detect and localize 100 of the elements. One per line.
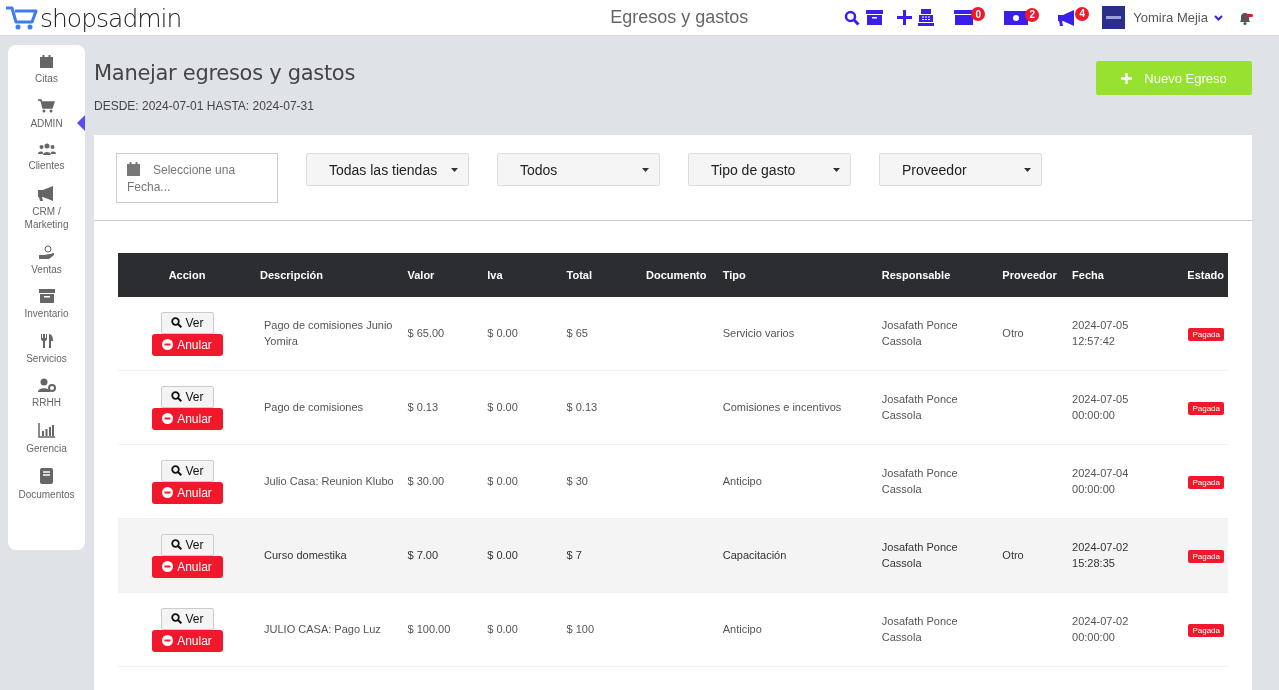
table-cell: Julio Casa: Reunion Klubo bbox=[264, 474, 394, 487]
void-button[interactable]: Anular bbox=[151, 481, 223, 504]
search-icon bbox=[170, 317, 182, 328]
table-row[interactable]: Ver Anular Curso domestika $ 7.00 $ 0.00 $ 7 Capacitación Josafath Ponce Cassola Otro 2024-07-02 15:28:35 Pagada bbox=[118, 518, 1228, 593]
date-range-text: DESDE: 2024-07-01 HASTA: 2024-07-31 bbox=[94, 99, 315, 113]
search-icon bbox=[170, 465, 182, 476]
hand-coin-icon bbox=[38, 244, 55, 259]
archive-icon[interactable] bbox=[866, 10, 884, 25]
table-cell: Otro bbox=[1002, 548, 1024, 561]
table-cell: JULIO CASA: Pago Luz bbox=[264, 622, 381, 635]
column-header: Total bbox=[562, 253, 642, 297]
status-badge: Pagada bbox=[1188, 475, 1224, 489]
table-cell: Servicio varios bbox=[722, 326, 795, 339]
plus-icon bbox=[1121, 72, 1133, 84]
table-cell: 2024-07-02 00:00:00 bbox=[1072, 614, 1129, 643]
users-icon bbox=[37, 143, 56, 155]
table-row[interactable]: Ver Anular Pago de comisiones $ 0.13 $ 0.00 $ 0.13 Comisiones e incentivos Josafath Ponce Cassola 2024-07-05 00:00:00 Pagada bbox=[118, 370, 1228, 445]
table-cell: $ 30.00 bbox=[407, 474, 445, 487]
table-cell: $ 0.00 bbox=[487, 622, 518, 635]
table-cell: Capacitación bbox=[722, 548, 787, 561]
table-cell: Josafath Ponce Cassola bbox=[881, 614, 958, 643]
view-button[interactable]: Ver bbox=[160, 459, 214, 482]
sidebar-item[interactable]: Ventas bbox=[8, 244, 85, 276]
void-button[interactable]: Anular bbox=[151, 629, 223, 652]
dropdown[interactable]: Proveedor bbox=[879, 153, 1042, 186]
cash-register-icon[interactable] bbox=[918, 9, 935, 26]
bell-icon[interactable] bbox=[1237, 10, 1253, 25]
calendar-icon bbox=[40, 55, 53, 68]
minus-circle-icon bbox=[162, 413, 174, 424]
store-logo-icon[interactable] bbox=[1102, 6, 1126, 29]
view-button[interactable]: Ver bbox=[160, 533, 214, 556]
status-badge: Pagada bbox=[1188, 401, 1224, 415]
sidebar-item[interactable]: ADMIN bbox=[8, 98, 85, 130]
megaphone-icon bbox=[37, 185, 56, 201]
table-cell: $ 0.00 bbox=[487, 474, 518, 487]
search-icon[interactable] bbox=[844, 9, 861, 26]
sidebar-item[interactable]: Citas bbox=[8, 55, 85, 86]
minus-circle-icon bbox=[162, 487, 174, 498]
cart-icon bbox=[38, 98, 55, 113]
caret-icon bbox=[451, 167, 458, 172]
caret-icon bbox=[1024, 167, 1031, 172]
count-badge: 4 bbox=[1075, 6, 1090, 21]
sidebar-item[interactable]: Documentos bbox=[8, 468, 85, 502]
table-cell: $ 0.00 bbox=[487, 400, 518, 413]
add-icon[interactable] bbox=[897, 10, 913, 25]
archive-icon bbox=[38, 289, 55, 303]
void-button[interactable]: Anular bbox=[151, 333, 223, 356]
void-button[interactable]: Anular bbox=[151, 407, 223, 430]
table-row[interactable]: Ver Anular Pago de comisiones Junio Yomira $ 65.00 $ 0.00 $ 65 Servicio varios Josafath Ponce Cassola Otro 2024-07-05 12:57:42 Pagada bbox=[118, 297, 1228, 371]
column-header: Proveedor bbox=[998, 253, 1069, 297]
view-button[interactable]: Ver bbox=[160, 385, 214, 408]
column-header: Iva bbox=[483, 253, 563, 297]
cart-logo-icon bbox=[4, 4, 40, 31]
column-header: Tipo bbox=[718, 253, 878, 297]
minus-circle-icon bbox=[162, 561, 174, 572]
sidebar-item[interactable]: Inventario bbox=[8, 289, 85, 321]
chevron-down-icon[interactable] bbox=[1214, 14, 1223, 21]
table-row[interactable]: Ver Anular Julio Casa: Reunion Klubo $ 30.00 $ 0.00 $ 30 Anticipo Josafath Ponce Cassola 2024-07-04 00:00:00 Pagada bbox=[118, 444, 1228, 519]
column-header: Responsable bbox=[877, 253, 999, 297]
dropdown[interactable]: Todas las tiendas bbox=[306, 153, 469, 186]
sidebar-item[interactable]: Clientes bbox=[8, 143, 85, 173]
table-cell: Anticipo bbox=[722, 474, 762, 487]
table-cell: Anticipo bbox=[722, 622, 762, 635]
view-button[interactable]: Ver bbox=[160, 311, 214, 334]
void-button[interactable]: Anular bbox=[151, 555, 223, 578]
search-icon bbox=[170, 539, 182, 550]
table-cell: Josafath Ponce Cassola bbox=[881, 466, 958, 495]
table-cell: 2024-07-02 15:28:35 bbox=[1072, 540, 1129, 569]
user-menu[interactable]: Yomira Mejia bbox=[1133, 10, 1208, 25]
table-cell: $ 7.00 bbox=[407, 548, 439, 561]
table-cell: $ 7 bbox=[566, 548, 582, 561]
dropdown[interactable]: Todos bbox=[497, 153, 660, 186]
status-badge: Pagada bbox=[1188, 623, 1224, 637]
table-cell: 2024-07-04 00:00:00 bbox=[1072, 466, 1129, 495]
status-badge: Pagada bbox=[1188, 549, 1224, 563]
table-cell: Josafath Ponce Cassola bbox=[881, 318, 958, 347]
column-header: Estado bbox=[1170, 253, 1228, 297]
search-icon bbox=[170, 391, 182, 402]
caret-icon bbox=[833, 167, 840, 172]
user-gear-icon bbox=[37, 378, 56, 392]
column-header: Descripción bbox=[256, 253, 404, 297]
sidebar-item[interactable]: Servicios bbox=[8, 333, 85, 365]
dropdown[interactable]: Tipo de gasto bbox=[688, 153, 851, 186]
date-field[interactable]: Seleccione una Fecha... bbox=[116, 153, 278, 203]
money-icon[interactable] bbox=[1004, 10, 1029, 25]
bar-chart-icon bbox=[38, 422, 55, 438]
view-button[interactable]: Ver bbox=[160, 607, 214, 630]
table-cell: Otro bbox=[1002, 326, 1024, 339]
sidebar-item[interactable]: Gerencia bbox=[8, 422, 85, 455]
book-icon bbox=[40, 468, 53, 484]
sidebar-item[interactable]: RRHH bbox=[8, 378, 85, 410]
table-row[interactable]: Ver Anular JULIO CASA: Pago Luz $ 100.00 $ 0.00 $ 100 Anticipo Josafath Ponce Cassola 2024-07-02 00:00:00 Pagada bbox=[118, 592, 1228, 667]
table-cell: $ 65 bbox=[566, 326, 588, 339]
sidebar-item[interactable]: CRM / Marketing bbox=[8, 185, 85, 232]
utensils-icon bbox=[40, 333, 53, 348]
search-icon bbox=[170, 613, 182, 624]
table-cell: Josafath Ponce Cassola bbox=[881, 540, 958, 569]
table-cell: Comisiones e incentivos bbox=[722, 400, 842, 413]
archive-icon[interactable] bbox=[954, 10, 975, 25]
table-cell: $ 0.13 bbox=[407, 400, 439, 413]
